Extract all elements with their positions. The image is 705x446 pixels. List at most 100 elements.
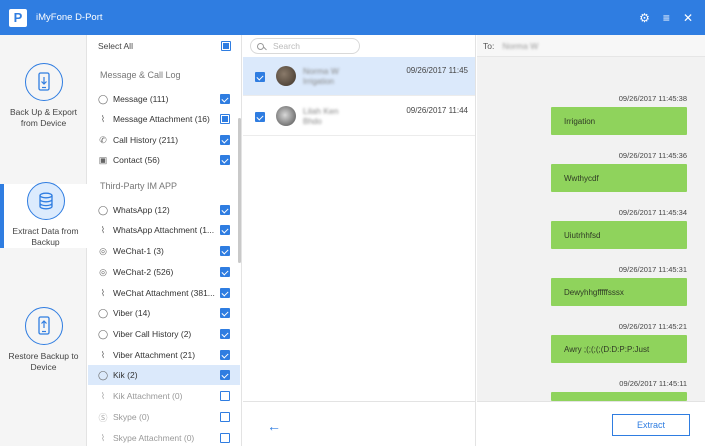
- app-title: iMyFone D-Port: [36, 12, 103, 23]
- skype-icon: Ⓢ: [98, 412, 108, 423]
- category-panel: Select All Message & Call Log ◯ Message …: [88, 35, 242, 446]
- category-checkbox[interactable]: [220, 246, 230, 256]
- search-icon: [257, 42, 264, 50]
- app-logo-icon: P: [9, 8, 27, 27]
- category-label: WhatsApp (12): [113, 205, 170, 215]
- message-panel: To: Norma W 09/26/2017 11:45:38 Irrigati…: [477, 35, 705, 446]
- category-label: Message (111): [113, 94, 169, 104]
- nav-restore-backup[interactable]: Restore Backup to Device: [0, 307, 87, 387]
- category-row[interactable]: Ⓢ Skype (0): [88, 407, 240, 427]
- conversation-item[interactable]: Lilah Ken Bhdo 09/26/2017 11:44: [243, 97, 475, 136]
- category-row[interactable]: ◯ Viber Call History (2): [88, 324, 240, 344]
- message-bubble: Dewyhhgfffffsssx: [551, 278, 687, 306]
- database-icon: [26, 182, 65, 220]
- category-label: Viber (14): [113, 308, 151, 318]
- category-row[interactable]: ⌇ Skype Attachment (0): [88, 428, 240, 446]
- category-label: Call History (211): [113, 135, 179, 145]
- main-nav: Back Up & Export from Device Extract Dat…: [0, 35, 87, 446]
- category-row[interactable]: ✆ Call History (211): [88, 130, 240, 150]
- category-label: Viber Attachment (21): [113, 350, 196, 360]
- back-arrow-icon[interactable]: ←: [267, 418, 281, 434]
- nav-label-line2: Backup: [31, 237, 60, 247]
- search-placeholder: Search: [273, 41, 300, 51]
- category-checkbox[interactable]: [220, 370, 230, 380]
- category-row[interactable]: ⌇ Viber Attachment (21): [88, 345, 240, 365]
- category-checkbox[interactable]: [220, 94, 230, 104]
- phone-restore-icon: [24, 307, 63, 345]
- group-title-im-apps: Third-Party IM APP: [100, 181, 178, 191]
- phone-export-icon: [24, 63, 63, 101]
- wechat-icon: ◎: [99, 245, 107, 256]
- category-checkbox[interactable]: [220, 155, 230, 165]
- select-all-row[interactable]: Select All: [88, 35, 241, 57]
- extract-button[interactable]: Extract: [612, 414, 690, 436]
- conversation-item[interactable]: Norma W Irrigation 09/26/2017 11:45: [243, 57, 475, 96]
- category-row[interactable]: ◯ Message (111): [88, 89, 240, 109]
- category-checkbox[interactable]: [220, 205, 230, 215]
- category-scrollbar[interactable]: [238, 118, 241, 263]
- search-input[interactable]: Search: [250, 38, 360, 54]
- recipient-name: Norma W: [502, 40, 539, 51]
- category-row[interactable]: ▣ Contact (56): [88, 150, 240, 170]
- category-checkbox[interactable]: [220, 329, 230, 339]
- settings-gear-icon[interactable]: ⚙: [639, 12, 650, 24]
- conversation-checkbox[interactable]: [255, 72, 265, 82]
- conversation-checkbox[interactable]: [255, 112, 265, 122]
- category-row[interactable]: ◯ WhatsApp (12): [88, 200, 240, 220]
- group-title-messages: Message & Call Log: [100, 70, 181, 80]
- category-checkbox[interactable]: [220, 267, 230, 277]
- category-checkbox[interactable]: [220, 308, 230, 318]
- viber-icon: ◯: [97, 328, 109, 339]
- nav-label-line2: from Device: [20, 118, 67, 128]
- avatar: [276, 106, 296, 126]
- message-bubble: Uiutrhhfsd: [551, 221, 687, 249]
- nav-label-line2: Device: [30, 362, 57, 372]
- paperclip-icon: ⌇: [100, 432, 106, 443]
- category-checkbox[interactable]: [220, 114, 230, 124]
- category-row[interactable]: ◯ Kik (2): [88, 365, 240, 385]
- conversation-preview: Bhdo: [303, 117, 322, 126]
- paperclip-icon: ⌇: [100, 349, 106, 360]
- category-label: Kik (2): [113, 370, 138, 380]
- viber-icon: ◯: [97, 307, 109, 318]
- message-bubble: Awry ;(;(;(;(D:D:P:P:Just: [551, 335, 687, 363]
- category-row[interactable]: ⌇ Message Attachment (16): [88, 109, 240, 129]
- phone-icon: ✆: [99, 134, 107, 145]
- conversation-date: 09/26/2017 11:45: [406, 66, 468, 75]
- category-checkbox[interactable]: [220, 288, 230, 298]
- category-row[interactable]: ◎ WeChat-2 (526): [88, 262, 240, 282]
- menu-icon[interactable]: ≡: [663, 12, 670, 24]
- conversation-name: Lilah Ken: [303, 106, 339, 116]
- message-time: 09/26/2017 11:45:21: [618, 322, 687, 331]
- category-checkbox[interactable]: [220, 391, 230, 401]
- category-label: WhatsApp Attachment (1...: [113, 225, 215, 235]
- category-row[interactable]: ◯ Viber (14): [88, 303, 240, 323]
- category-label: Kik Attachment (0): [113, 391, 183, 401]
- paperclip-icon: ⌇: [100, 113, 106, 124]
- category-checkbox[interactable]: [220, 433, 230, 443]
- category-label: Viber Call History (2): [113, 329, 192, 339]
- category-row[interactable]: ⌇ WeChat Attachment (381...: [88, 283, 240, 303]
- category-checkbox[interactable]: [220, 135, 230, 145]
- nav-backup-export[interactable]: Back Up & Export from Device: [0, 63, 87, 143]
- paperclip-icon: ⌇: [100, 224, 106, 235]
- message-time: 09/26/2017 11:45:11: [619, 379, 687, 388]
- category-row[interactable]: ⌇ Kik Attachment (0): [88, 386, 240, 406]
- conversation-date: 09/26/2017 11:44: [406, 106, 468, 115]
- nav-label-line1: Restore Backup to: [8, 351, 79, 361]
- nav-extract-backup[interactable]: Extract Data from Backup: [0, 182, 87, 248]
- select-all-label: Select All: [98, 41, 133, 51]
- chat-footer: Extract: [477, 401, 705, 446]
- category-checkbox[interactable]: [220, 350, 230, 360]
- message-time: 09/26/2017 11:45:36: [618, 151, 687, 160]
- conversation-preview: Irrigation: [303, 77, 335, 86]
- select-all-checkbox[interactable]: [221, 41, 231, 51]
- category-row[interactable]: ◎ WeChat-1 (3): [88, 241, 240, 261]
- to-label: To:: [483, 40, 495, 51]
- close-icon[interactable]: ✕: [683, 12, 693, 24]
- category-label: Skype (0): [113, 412, 150, 422]
- message-time: 09/26/2017 11:45:34: [618, 208, 687, 217]
- category-checkbox[interactable]: [220, 412, 230, 422]
- category-row[interactable]: ⌇ WhatsApp Attachment (1...: [88, 220, 240, 240]
- category-checkbox[interactable]: [220, 225, 230, 235]
